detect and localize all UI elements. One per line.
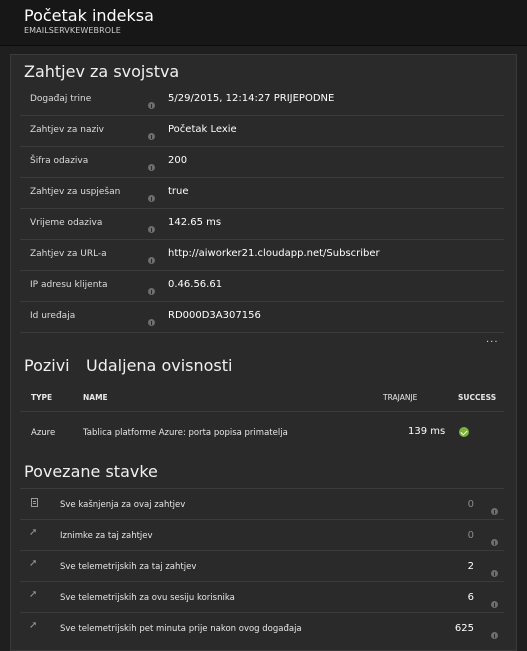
dependency-table-header: TYPE NAME TRAJANJE SUCCESS <box>20 384 504 412</box>
related-item[interactable]: ➚ Sve telemetrijskih za ovu sesiju koris… <box>20 581 504 612</box>
property-row: Vrijeme odaziva 142.65 ms <box>20 209 504 240</box>
related-items-heading: Povezane stavke <box>24 462 158 481</box>
column-type[interactable]: TYPE <box>31 393 52 402</box>
column-success[interactable]: SUCCESS <box>458 393 496 402</box>
remote-dependencies-heading: Udaljena ovisnosti <box>86 356 233 375</box>
dependency-name: Tablica platforme Azure: porta popisa pr… <box>83 428 288 438</box>
arrow-icon: ➚ <box>29 589 38 600</box>
related-item[interactable]: Sve kašnjenja za ovaj zahtjev 0 <box>20 488 504 519</box>
property-row: Šifra odaziva 200 <box>20 147 504 178</box>
property-row: Id uređaja RD000D3A307156 <box>20 302 504 333</box>
property-value: true <box>168 186 189 197</box>
property-row: Zahtjev za uspješan true <box>20 178 504 209</box>
related-item-label: Sve telemetrijskih pet minuta prije nako… <box>60 624 302 634</box>
property-label: Šifra odaziva <box>30 156 89 166</box>
arrow-icon: ➚ <box>29 620 38 631</box>
property-row: IP adresu klijenta 0.46.56.61 <box>20 271 504 302</box>
property-value: 0.46.56.61 <box>168 279 223 290</box>
property-value: Početak Lexie <box>168 124 237 135</box>
property-value: RD000D3A307156 <box>168 310 261 321</box>
arrow-icon: ➚ <box>29 558 38 569</box>
info-icon[interactable] <box>491 500 498 519</box>
property-label: Vrijeme odaziva <box>30 218 103 228</box>
column-name[interactable]: NAME <box>83 393 108 402</box>
property-label: Događaj trine <box>30 94 92 104</box>
property-value: 200 <box>168 155 188 166</box>
table-row[interactable]: Azure Tablica platforme Azure: porta pop… <box>20 412 504 452</box>
property-row: Zahtjev za URL-a http://aiworker21.cloud… <box>20 240 504 271</box>
property-label: Zahtjev za uspješan <box>30 187 121 197</box>
dependency-type: Azure <box>31 428 56 438</box>
related-item-label: Sve telemetrijskih za taj zahtjev <box>60 562 197 572</box>
info-icon[interactable] <box>491 531 498 550</box>
related-item[interactable]: ➚ Sve telemetrijskih pet minuta prije na… <box>20 612 504 643</box>
info-icon[interactable] <box>148 218 155 237</box>
property-value: 142.65 ms <box>168 217 222 228</box>
request-properties-heading: Zahtjev za svojstva <box>24 62 180 81</box>
property-label: IP adresu klijenta <box>30 280 108 290</box>
info-icon[interactable] <box>148 125 155 144</box>
blade-subtitle: EMAILSERVKEWEBROLE <box>24 26 121 35</box>
info-icon[interactable] <box>491 624 498 643</box>
related-item[interactable]: ➚ Sve telemetrijskih za taj zahtjev 2 <box>20 550 504 581</box>
info-icon[interactable] <box>148 311 155 330</box>
property-value: http://aiworker21.cloudapp.net/Subscribe… <box>168 248 380 259</box>
related-item[interactable]: ➚ Iznimke za taj zahtjev 0 <box>20 519 504 550</box>
related-item-count: 0 <box>467 530 474 541</box>
blade-title: Početak indeksa <box>24 6 154 25</box>
info-icon[interactable] <box>148 280 155 299</box>
more-button[interactable]: ... <box>486 334 499 345</box>
dependency-duration: 139 ms <box>408 426 446 437</box>
calls-heading: Pozivi <box>24 356 70 375</box>
related-item-count: 625 <box>454 623 474 634</box>
property-row: Događaj trine 5/29/2015, 12:14:27 PRIJEP… <box>20 85 504 116</box>
arrow-icon: ➚ <box>29 527 38 538</box>
related-item-label: Sve telemetrijskih za ovu sesiju korisni… <box>60 593 235 603</box>
property-label: Zahtjev za naziv <box>30 125 105 135</box>
info-icon[interactable] <box>148 249 155 268</box>
property-value: 5/29/2015, 12:14:27 PRIJEPODNE <box>168 93 335 104</box>
info-icon[interactable] <box>148 187 155 206</box>
related-item-label: Sve kašnjenja za ovaj zahtjev <box>60 500 186 510</box>
info-icon[interactable] <box>148 156 155 175</box>
related-item-count: 0 <box>467 499 474 510</box>
success-check-icon <box>459 427 469 437</box>
property-row: Zahtjev za naziv Početak Lexie <box>20 116 504 147</box>
document-icon <box>29 498 39 508</box>
blade-header: Početak indeksa EMAILSERVKEWEBROLE <box>0 0 527 46</box>
property-label: Zahtjev za URL-a <box>30 249 107 259</box>
info-icon[interactable] <box>148 94 155 113</box>
info-icon[interactable] <box>491 562 498 581</box>
info-icon[interactable] <box>491 593 498 612</box>
column-duration[interactable]: TRAJANJE <box>383 393 417 402</box>
property-label: Id uređaja <box>30 311 76 321</box>
related-item-count: 2 <box>467 561 474 572</box>
related-item-count: 6 <box>467 592 474 603</box>
related-item-label: Iznimke za taj zahtjev <box>60 531 153 541</box>
